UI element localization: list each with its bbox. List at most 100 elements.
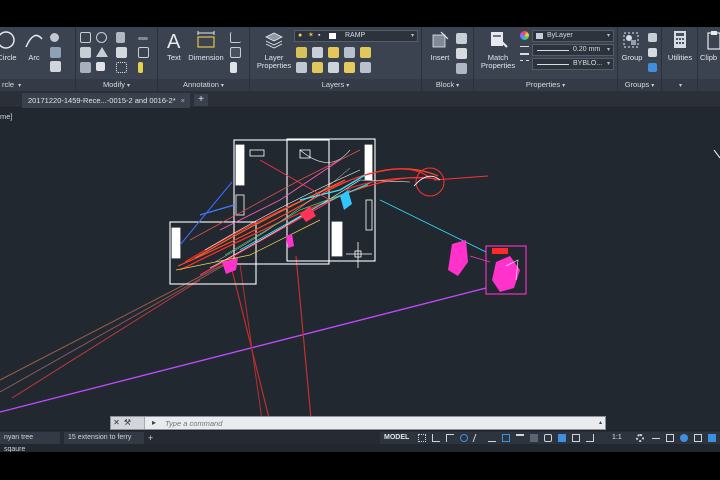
draw-mini-1[interactable] (50, 33, 59, 42)
clipboard-label: Clipb (700, 53, 718, 62)
ungroup-icon[interactable] (648, 33, 657, 42)
workspace-icon[interactable] (586, 434, 594, 442)
hardware-acceleration-icon[interactable] (694, 434, 702, 442)
group-edit-icon[interactable] (648, 48, 657, 57)
layer-tool-6[interactable] (296, 62, 307, 73)
annotation-scale[interactable]: 1:1 (612, 433, 622, 443)
close-icon[interactable]: × (181, 93, 185, 108)
close-icon[interactable]: ✕ (111, 417, 122, 429)
explode-icon[interactable] (138, 47, 149, 58)
polar-icon[interactable] (460, 434, 468, 442)
mirror-icon[interactable] (96, 47, 108, 57)
layers-panel-title[interactable]: Layers ▾ (250, 79, 421, 91)
wrench-icon[interactable]: ⚒ (122, 417, 133, 429)
trim-icon[interactable] (116, 32, 125, 43)
layer-tool-2[interactable] (312, 47, 323, 58)
create-block-icon[interactable] (456, 33, 467, 44)
modify-panel-title[interactable]: Modify ▾ (76, 79, 157, 91)
selection-cycling-icon[interactable] (544, 434, 552, 442)
clipboard-button[interactable]: Clipb (700, 29, 720, 62)
annotation-visibility-icon[interactable] (558, 434, 566, 442)
grid-icon[interactable] (418, 434, 426, 442)
layer-properties-button[interactable]: Layer Properties (254, 29, 294, 70)
insert-button[interactable]: Insert (426, 29, 454, 62)
gear-icon[interactable] (636, 434, 644, 442)
leader-icon[interactable] (230, 32, 241, 43)
offset-icon[interactable] (138, 62, 143, 73)
attribute-icon[interactable] (456, 63, 467, 74)
edit-block-icon[interactable] (456, 48, 467, 59)
rotate-icon[interactable] (96, 32, 107, 43)
erase-icon[interactable] (138, 37, 148, 40)
draw-mini-2[interactable] (50, 47, 61, 58)
fillet-icon[interactable] (116, 47, 127, 58)
layer-tool-8[interactable] (328, 62, 339, 73)
prompt-icon[interactable]: ▸ (147, 417, 161, 429)
annotation-autoscale-icon[interactable] (572, 434, 580, 442)
command-input[interactable] (165, 417, 585, 429)
dimension-tool[interactable]: Dimension (188, 29, 224, 62)
annotation-monitor-icon[interactable] (666, 434, 674, 442)
file-tab[interactable]: 20171220-1459-Rece...-0015-2 and 0016-2*… (22, 93, 190, 108)
layer-tool-9[interactable] (344, 62, 355, 73)
ortho-icon[interactable] (446, 434, 454, 442)
object-snap-icon[interactable] (502, 434, 510, 442)
layer-tool-1[interactable] (296, 47, 307, 58)
block-panel: Insert Block ▾ (422, 27, 474, 91)
plus-icon: + (198, 94, 204, 105)
layout-tab-2[interactable]: 15 extension to ferry (64, 432, 144, 444)
draw-panel-title: rcle ▾ (0, 79, 75, 91)
properties-panel-title[interactable]: Properties ▾ (474, 79, 617, 91)
arc-tool[interactable]: Arc (22, 29, 46, 62)
draw-mini-3[interactable] (50, 61, 61, 72)
plus-icon[interactable] (652, 438, 660, 439)
isodraft-icon[interactable] (472, 434, 484, 442)
snap-icon[interactable] (432, 434, 440, 442)
linetype-icon (520, 60, 529, 69)
table-icon[interactable] (230, 47, 241, 58)
stretch-icon[interactable] (80, 62, 91, 73)
layer-tool-5[interactable] (360, 47, 371, 58)
chevron-up-icon[interactable]: ▴ (599, 417, 602, 429)
copy-icon[interactable] (80, 47, 91, 58)
linetype-dropdown[interactable]: BYBLO... ▾ (532, 58, 614, 70)
layer-tool-10[interactable] (360, 62, 371, 73)
drawing-canvas[interactable]: me] (0, 108, 720, 452)
lineweight-value: 0.20 mm (573, 46, 601, 53)
model-space-button[interactable]: MODEL (384, 433, 409, 443)
detail-connector (469, 255, 491, 263)
move-icon[interactable] (80, 32, 91, 43)
markup-icon[interactable] (230, 62, 237, 73)
lineweight-dropdown[interactable]: 0.20 mm ▾ (532, 44, 614, 56)
annotation-panel-title[interactable]: Annotation ▾ (158, 79, 249, 91)
match-properties-icon (491, 32, 508, 48)
block-panel-title[interactable]: Block ▾ (422, 79, 473, 91)
clean-screen-icon[interactable] (708, 434, 716, 442)
groups-panel-title[interactable]: Groups ▾ (618, 79, 661, 91)
group-select-icon[interactable] (648, 63, 657, 72)
array-icon[interactable] (116, 62, 127, 73)
layers-panel: Layer Properties ● ✶ ▪ RAMP ▾ Layers ▾ (250, 27, 422, 91)
file-tab-strip: 20171220-1459-Rece...-0015-2 and 0016-2*… (0, 91, 720, 108)
layer-tool-4[interactable] (344, 47, 355, 58)
layer-tool-7[interactable] (312, 62, 323, 73)
object-snap-tracking-icon[interactable] (488, 434, 496, 442)
layer-dropdown[interactable]: ● ✶ ▪ RAMP ▾ (294, 30, 418, 42)
isolate-objects-icon[interactable] (680, 434, 688, 442)
groups-title: Groups (624, 80, 650, 89)
utilities-panel-title[interactable]: ▾ (662, 79, 697, 91)
layout-tab-1[interactable]: nyan tree sqaure (0, 432, 60, 453)
match-properties-button[interactable]: Match Properties (478, 29, 518, 70)
lineweight-toggle-icon[interactable] (516, 434, 524, 442)
circle-tool[interactable]: Circle (0, 29, 20, 62)
add-layout-button[interactable]: + (148, 432, 153, 444)
utilities-button[interactable]: Utilities (664, 29, 696, 62)
layer-tool-3[interactable] (328, 47, 339, 58)
scale-icon[interactable] (96, 62, 105, 71)
new-tab-button[interactable]: + (194, 94, 208, 106)
group-button[interactable]: Group (620, 29, 644, 62)
transparency-icon[interactable] (530, 434, 538, 442)
color-dropdown[interactable]: ByLayer ▾ (532, 30, 614, 42)
calculator-icon (674, 31, 686, 48)
text-tool[interactable]: A Text (162, 29, 186, 62)
